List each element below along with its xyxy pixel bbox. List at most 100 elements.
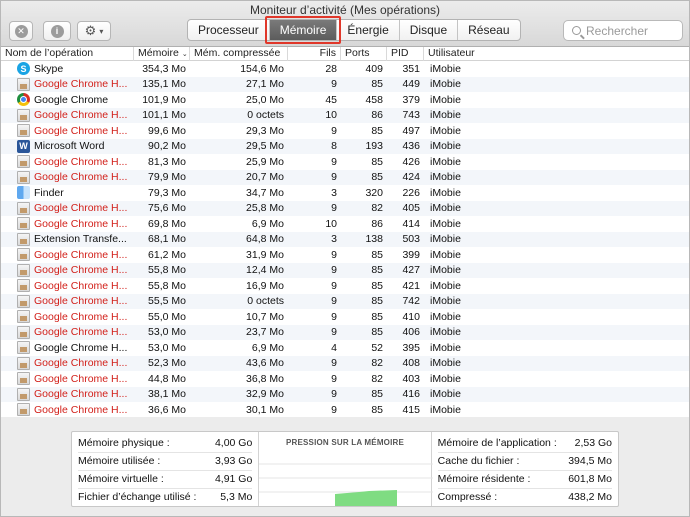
chevron-down-icon: ▾ — [99, 26, 104, 36]
table-row[interactable]: Google Chrome H... 55,8 Mo 12,4 Mo 9 85 427 iM… — [1, 262, 689, 278]
table-row[interactable]: Google Chrome H... 135,1 Mo 27,1 Mo 9 85 449 i… — [1, 76, 689, 92]
generic-app-icon — [17, 263, 30, 277]
threads-cell: 9 — [331, 202, 337, 215]
table-row[interactable]: Google Chrome H... 75,6 Mo 25,8 Mo 9 82 405 iM… — [1, 200, 689, 216]
tab-bar: Processeur Mémoire Énergie Disque Réseau — [187, 16, 521, 44]
user-cell: iMobie — [430, 217, 461, 230]
compressed-memory-cell: 31,9 Mo — [246, 248, 284, 261]
process-name: Google Chrome H... — [34, 372, 128, 385]
table-row[interactable]: W Microsoft Word 90,2 Mo 29,5 Mo 8 193 436 iMob… — [1, 138, 689, 154]
table-row[interactable]: Google Chrome H... 53,0 Mo 23,7 Mo 9 85 406 iM… — [1, 324, 689, 340]
ports-cell: 193 — [365, 140, 383, 153]
generic-app-icon — [17, 170, 30, 184]
tab-processeur[interactable]: Processeur — [188, 20, 270, 40]
column-header-compressed[interactable]: Mém. compressée — [190, 47, 288, 61]
column-header-threads[interactable]: Fils — [288, 47, 341, 61]
column-header-ports[interactable]: Ports — [341, 47, 387, 61]
tab-disque[interactable]: Disque — [400, 20, 459, 40]
ports-cell: 85 — [371, 279, 383, 292]
process-name-cell: Google Chrome H... — [1, 77, 134, 91]
table-row[interactable]: Google Chrome H... 61,2 Mo 31,9 Mo 9 85 399 iM… — [1, 247, 689, 263]
user-cell: iMobie — [430, 295, 461, 308]
compressed-memory-cell: 25,8 Mo — [246, 202, 284, 215]
memory-summary-panel: Mémoire physique : 4,00 Go Mémoire utilisé… — [71, 431, 619, 507]
tab-energie[interactable]: Énergie — [337, 20, 400, 40]
pid-cell: 395 — [402, 341, 420, 354]
process-name-cell: Google Chrome H... — [1, 263, 134, 277]
process-name: Finder — [34, 186, 64, 199]
pid-cell: 503 — [402, 233, 420, 246]
memory-stat-value: 2,53 Go — [574, 437, 612, 449]
memory-stat-row: Mémoire utilisée : 3,93 Go — [78, 453, 253, 471]
pid-cell: 416 — [402, 388, 420, 401]
pid-cell: 379 — [402, 93, 420, 106]
column-header-user[interactable]: Utilisateur — [424, 47, 524, 61]
threads-cell: 9 — [331, 264, 337, 277]
search-input[interactable] — [586, 23, 676, 38]
table-row[interactable]: Google Chrome H... 69,8 Mo 6,9 Mo 10 86 414 iM… — [1, 216, 689, 232]
memory-stat-value: 4,00 Go — [214, 437, 253, 449]
memory-cell: 79,3 Mo — [148, 186, 186, 199]
table-row[interactable]: Google Chrome H... 81,3 Mo 25,9 Mo 9 85 426 iM… — [1, 154, 689, 170]
stop-process-button[interactable]: ✕ — [9, 21, 33, 41]
ports-cell: 409 — [365, 62, 383, 75]
memory-stat-row: Mémoire physique : 4,00 Go — [78, 435, 253, 453]
action-menu-button[interactable]: ⚙ ▾ — [77, 21, 111, 41]
compressed-memory-cell: 32,9 Mo — [246, 388, 284, 401]
process-name: Google Chrome H... — [34, 341, 128, 354]
table-row[interactable]: Google Chrome H... 99,6 Mo 29,3 Mo 9 85 497 iM… — [1, 123, 689, 139]
table-row[interactable]: Google Chrome H... 55,8 Mo 16,9 Mo 9 85 421 iM… — [1, 278, 689, 294]
table-row[interactable]: Google Chrome H... 44,8 Mo 36,8 Mo 9 82 403 iM… — [1, 371, 689, 387]
column-header-name[interactable]: Nom de l’opération — [1, 47, 134, 61]
column-header-pid[interactable]: PID — [387, 47, 424, 61]
ports-cell: 85 — [371, 295, 383, 308]
table-scrollbar[interactable] — [679, 47, 689, 403]
process-name: Google Chrome H... — [34, 310, 128, 323]
user-cell: iMobie — [430, 109, 461, 122]
memory-stat-label: Cache du fichier : — [437, 455, 520, 467]
pid-cell: 414 — [402, 217, 420, 230]
threads-cell: 9 — [331, 403, 337, 416]
info-button[interactable]: i — [43, 21, 71, 41]
skype-icon: S — [17, 62, 30, 76]
column-header-memory-label: Mémoire — [138, 47, 179, 59]
memory-cell: 55,0 Mo — [148, 310, 186, 323]
table-row[interactable]: Google Chrome H... 53,0 Mo 6,9 Mo 4 52 395 iMo… — [1, 340, 689, 356]
ports-cell: 85 — [371, 264, 383, 277]
table-row[interactable]: Google Chrome H... 52,3 Mo 43,6 Mo 9 82 408 iM… — [1, 355, 689, 371]
compressed-memory-cell: 20,7 Mo — [246, 171, 284, 184]
memory-stat-row: Mémoire de l’application : 2,53 Go — [437, 435, 612, 453]
generic-app-icon — [17, 232, 30, 246]
tab-memoire[interactable]: Mémoire — [264, 16, 342, 44]
generic-app-icon — [17, 124, 30, 138]
table-header: Nom de l’opération Mémoire ⌄ Mém. compres… — [1, 47, 689, 61]
table-row[interactable]: Extension Transfe... 68,1 Mo 64,8 Mo 3 138 50… — [1, 231, 689, 247]
pid-cell: 421 — [402, 279, 420, 292]
memory-stat-value: 438,2 Mo — [568, 491, 612, 503]
tab-reseau[interactable]: Réseau — [458, 20, 519, 40]
process-name: Google Chrome H... — [34, 171, 128, 184]
compressed-memory-cell: 30,1 Mo — [246, 403, 284, 416]
process-name-cell: Google Chrome H... — [1, 341, 134, 355]
table-row[interactable]: S Skype 354,3 Mo 154,6 Mo 28 409 351 iMobie — [1, 61, 689, 77]
table-row[interactable]: Google Chrome H... 101,1 Mo 0 octets 10 86 74… — [1, 107, 689, 123]
table-row[interactable]: Google Chrome H... 55,0 Mo 10,7 Mo 9 85 410 iM… — [1, 309, 689, 325]
ports-cell: 86 — [371, 109, 383, 122]
user-cell: iMobie — [430, 341, 461, 354]
ports-cell: 85 — [371, 326, 383, 339]
table-row[interactable]: Google Chrome H... 79,9 Mo 20,7 Mo 9 85 424 iM… — [1, 169, 689, 185]
table-row[interactable]: Google Chrome H... 36,6 Mo 30,1 Mo 9 85 415 iM… — [1, 402, 689, 417]
table-row[interactable]: Google Chrome 101,9 Mo 25,0 Mo 45 458 379 iMob… — [1, 92, 689, 108]
ports-cell: 85 — [371, 248, 383, 261]
table-row[interactable]: Google Chrome H... 38,1 Mo 32,9 Mo 9 85 416 iM… — [1, 386, 689, 402]
ports-cell: 85 — [371, 155, 383, 168]
compressed-memory-cell: 29,5 Mo — [246, 140, 284, 153]
column-header-memory[interactable]: Mémoire ⌄ — [134, 47, 190, 61]
table-row[interactable]: Finder 79,3 Mo 34,7 Mo 3 320 226 iMobie — [1, 185, 689, 201]
activity-monitor-window: Moniteur d’activité (Mes opérations) ✕ i… — [0, 0, 690, 517]
memory-cell: 52,3 Mo — [148, 357, 186, 370]
process-name-cell: Google Chrome H... — [1, 170, 134, 184]
generic-app-icon — [17, 372, 30, 386]
search-box[interactable] — [563, 20, 683, 41]
table-row[interactable]: Google Chrome H... 55,5 Mo 0 octets 9 85 742 i… — [1, 293, 689, 309]
